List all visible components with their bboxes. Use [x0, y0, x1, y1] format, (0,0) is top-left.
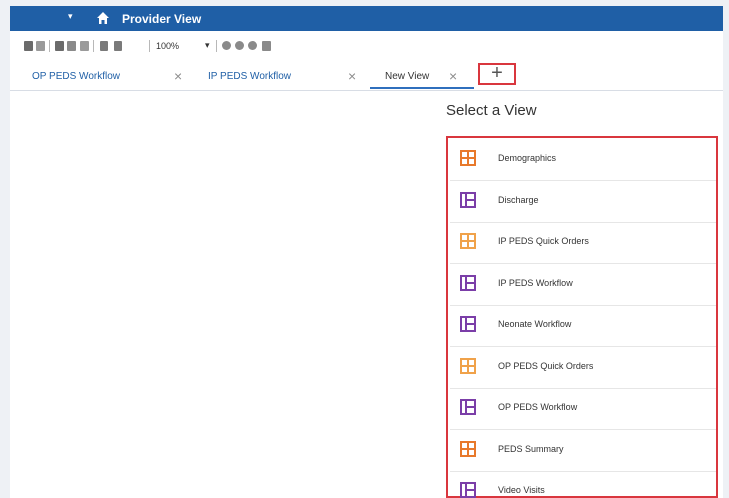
lock-icon[interactable] — [262, 41, 271, 51]
zoom-level[interactable]: 100% — [156, 41, 179, 51]
layout-sidebar-icon — [460, 399, 476, 415]
print-preview-icon[interactable] — [67, 41, 76, 51]
view-item[interactable]: IP PEDS Workflow — [450, 264, 716, 306]
view-item[interactable]: Video Visits — [450, 471, 716, 498]
toolbar-separator — [149, 40, 150, 52]
titlebar: ▾ Provider View — [10, 6, 723, 31]
close-icon[interactable]: × — [174, 68, 182, 84]
home-icon[interactable] — [96, 11, 110, 25]
layout-sidebar-icon — [460, 482, 476, 498]
toolbar: 100% ▾ — [10, 31, 723, 59]
view-item-label: Video Visits — [498, 485, 545, 495]
tab-label: IP PEDS Workflow — [208, 71, 291, 82]
tab-op-peds-workflow[interactable]: OP PEDS Workflow × — [32, 67, 192, 89]
page-title: Provider View — [122, 12, 202, 26]
binoculars-icon[interactable] — [24, 41, 33, 51]
view-item[interactable]: Demographics — [450, 139, 716, 181]
view-item-label: Demographics — [498, 153, 557, 163]
layout-grid-icon — [460, 233, 476, 249]
layout-sidebar-icon — [460, 191, 476, 208]
layout-grid-icon — [460, 150, 476, 166]
view-item[interactable]: Discharge — [450, 181, 716, 223]
refresh-icon[interactable] — [248, 41, 257, 50]
tab-label: New View — [385, 71, 430, 82]
copy-icon[interactable] — [80, 41, 89, 51]
view-item-label: Discharge — [498, 194, 539, 205]
layout-grid-icon — [460, 357, 476, 374]
view-item-label: IP PEDS Workflow — [498, 277, 573, 288]
view-item-label: Neonate Workflow — [498, 319, 572, 329]
zoom-in-icon[interactable] — [100, 41, 108, 51]
zoom-dropdown-icon[interactable]: ▾ — [205, 40, 210, 51]
toolbar-separator — [93, 40, 94, 52]
view-item[interactable]: Neonate Workflow — [450, 305, 716, 347]
layout-sidebar-icon — [460, 316, 476, 332]
active-tab-indicator — [370, 87, 474, 89]
toolbar-separator — [216, 40, 217, 52]
back-icon[interactable] — [222, 41, 231, 50]
view-item-label: OP PEDS Quick Orders — [498, 360, 594, 371]
zoom-out-icon[interactable] — [114, 41, 122, 51]
title-dropdown-icon[interactable]: ▾ — [68, 11, 73, 22]
provider-view-window: ▾ Provider View 100% ▾ OP PEDS Workflow … — [10, 6, 723, 498]
add-tab-button[interactable]: + — [478, 63, 516, 85]
document-icon[interactable] — [36, 41, 45, 51]
view-item-label: PEDS Summary — [498, 443, 564, 454]
view-item[interactable]: PEDS Summary — [450, 430, 716, 472]
view-list: Demographics Discharge IP PEDS Quick Order… — [446, 136, 718, 498]
tab-bar-divider — [10, 90, 723, 91]
tab-new-view[interactable]: New View × — [385, 67, 475, 89]
tab-bar: OP PEDS Workflow × IP PEDS Workflow × Ne… — [10, 59, 723, 91]
view-item-label: IP PEDS Quick Orders — [498, 236, 589, 246]
toolbar-separator — [49, 40, 50, 52]
tab-ip-peds-workflow[interactable]: IP PEDS Workflow × — [208, 67, 368, 89]
close-icon[interactable]: × — [449, 68, 457, 84]
select-view-title: Select a View — [446, 102, 537, 119]
close-icon[interactable]: × — [348, 68, 356, 84]
tab-label: OP PEDS Workflow — [32, 71, 120, 82]
forward-icon[interactable] — [235, 41, 244, 50]
view-item[interactable]: OP PEDS Workflow — [450, 388, 716, 430]
view-item[interactable]: IP PEDS Quick Orders — [450, 222, 716, 264]
view-item[interactable]: OP PEDS Quick Orders — [450, 347, 716, 389]
layout-sidebar-icon — [460, 274, 476, 291]
view-item-label: OP PEDS Workflow — [498, 402, 578, 412]
print-icon[interactable] — [55, 41, 64, 51]
layout-grid-icon — [460, 440, 476, 457]
